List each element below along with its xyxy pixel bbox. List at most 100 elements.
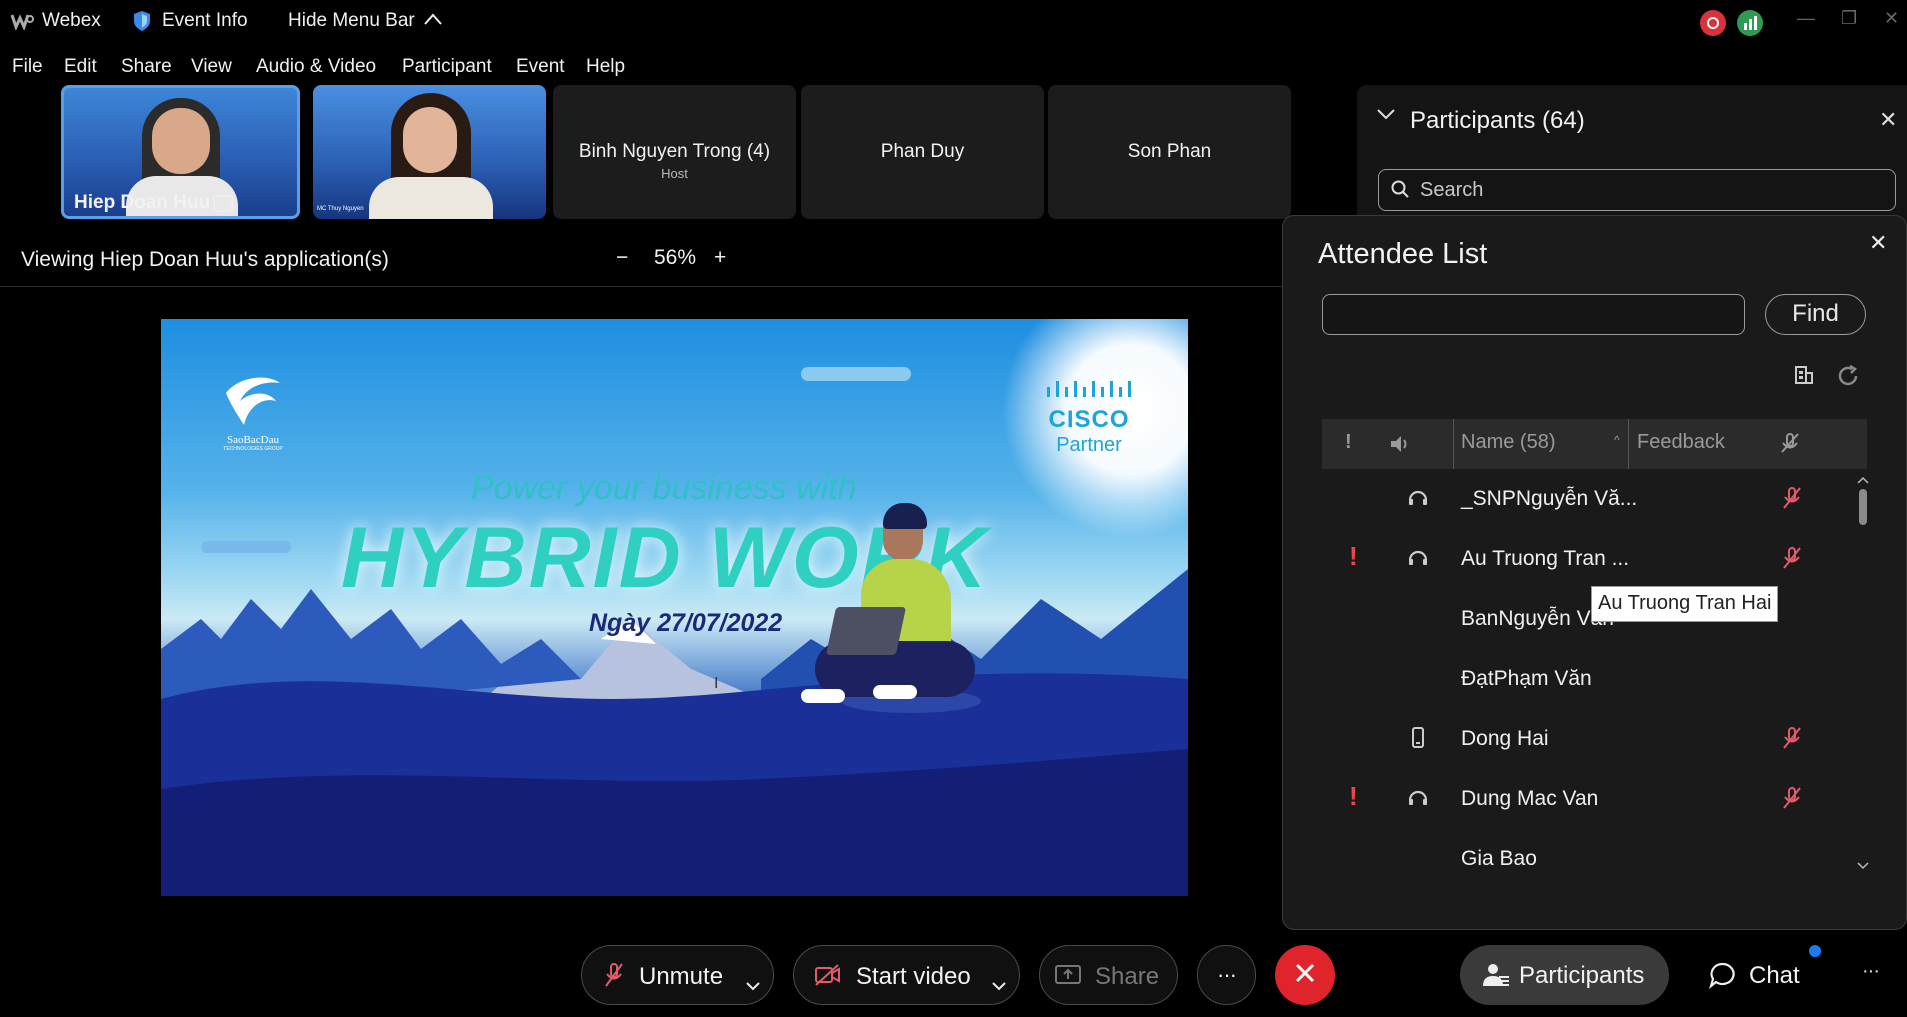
zoom-out-button[interactable]: −: [616, 246, 628, 270]
share-button[interactable]: Share: [1039, 945, 1178, 1005]
close-icon: [1292, 960, 1318, 991]
find-button[interactable]: Find: [1765, 294, 1866, 335]
muted-mic-icon[interactable]: [1780, 485, 1804, 511]
menu-share[interactable]: Share: [121, 56, 172, 78]
tile-name: Binh Nguyen Trong (4): [578, 141, 771, 162]
headset-icon: [1406, 546, 1430, 570]
attendee-name: Au Truong Tran ...: [1461, 547, 1630, 570]
attendee-row[interactable]: ĐạtPhạm Văn: [1322, 649, 1852, 709]
participants-toggle-button[interactable]: Participants: [1460, 945, 1669, 1005]
cloud: [801, 367, 911, 381]
shared-content[interactable]: SaoBacDau TECHNOLOGIES GROUP CISCO Partn…: [161, 319, 1188, 896]
raise-hand-column-icon[interactable]: !: [1345, 431, 1352, 454]
host-badge: Host: [661, 166, 688, 181]
attendee-search-input[interactable]: [1322, 294, 1745, 335]
mute-column-icon[interactable]: [1780, 432, 1800, 461]
share-label: Share: [1095, 963, 1160, 990]
video-tile-mc[interactable]: MC Thuy Nguyen: [313, 85, 546, 219]
shoe: [873, 685, 917, 699]
end-meeting-button[interactable]: [1275, 945, 1335, 1005]
speaker-column-icon[interactable]: [1389, 434, 1411, 459]
hide-menu-bar-button[interactable]: Hide Menu Bar: [288, 10, 443, 32]
menu-view[interactable]: View: [191, 56, 232, 78]
sort-asc-icon: ^: [1614, 433, 1620, 447]
menu-help[interactable]: Help: [586, 56, 625, 78]
saobacdau-logo-icon: [226, 377, 280, 425]
attendee-name: ĐạtPhạm Văn: [1461, 667, 1592, 690]
participants-panel: Participants (64) ✕ Search: [1357, 85, 1907, 225]
recording-indicator-icon[interactable]: [1700, 10, 1726, 36]
attendee-row[interactable]: Gia Bao: [1322, 829, 1852, 869]
chat-icon: [1708, 961, 1736, 994]
video-tile-active-speaker[interactable]: Hiep Doan Huu: [61, 85, 300, 219]
shield-icon: [132, 10, 152, 32]
organization-icon[interactable]: [1794, 365, 1814, 390]
cisco-bars-icon: [1047, 381, 1131, 397]
attendee-scrollbar[interactable]: [1856, 469, 1870, 870]
event-info-button[interactable]: Event Info: [132, 10, 248, 32]
attendee-grid-header: ! Name (58) ^ Feedback: [1322, 419, 1867, 469]
muted-mic-icon[interactable]: [1780, 785, 1804, 811]
menu-edit[interactable]: Edit: [64, 56, 97, 78]
chat-button[interactable]: Chat: [1690, 945, 1821, 1005]
scroll-up-icon[interactable]: [1857, 471, 1869, 489]
sharing-icon: [213, 195, 233, 212]
event-info-label: Event Info: [162, 10, 248, 31]
name-column-header[interactable]: Name (58): [1461, 431, 1555, 454]
network-stats-icon[interactable]: [1737, 10, 1763, 36]
webex-app-menu[interactable]: Webex: [10, 10, 101, 32]
muted-mic-icon: [602, 961, 626, 996]
attendee-row[interactable]: ! Au Truong Tran ...: [1322, 529, 1852, 589]
column-divider: [1628, 419, 1629, 469]
attendee-row[interactable]: _SNPNguyễn Vă...: [1322, 469, 1852, 529]
menu-participant[interactable]: Participant: [402, 56, 492, 78]
phone-icon: [1406, 726, 1430, 750]
muted-mic-icon[interactable]: [1780, 545, 1804, 571]
chevron-down-icon[interactable]: [991, 970, 1007, 998]
attendee-name: Gia Bao: [1461, 847, 1537, 869]
restore-icon[interactable]: ❐: [1841, 8, 1857, 29]
column-divider: [1453, 419, 1454, 469]
laptop: [825, 607, 907, 655]
scroll-down-icon[interactable]: [1857, 857, 1869, 875]
tile-name: Phan Duy: [880, 141, 965, 162]
feedback-column-header[interactable]: Feedback: [1637, 431, 1725, 454]
share-icon: [1054, 963, 1082, 994]
chevron-up-icon: [423, 10, 443, 32]
share-divider: [0, 286, 1282, 287]
participants-search-input[interactable]: Search: [1378, 169, 1896, 211]
logo-text: SaoBacDau: [227, 434, 279, 446]
zoom-in-button[interactable]: +: [714, 246, 726, 270]
menu-event[interactable]: Event: [516, 56, 565, 78]
participants-title: Participants (64): [1410, 107, 1585, 134]
refresh-icon[interactable]: [1836, 364, 1860, 393]
minimize-icon[interactable]: —: [1797, 8, 1815, 29]
menu-file[interactable]: File: [12, 56, 43, 78]
unmute-button[interactable]: Unmute: [581, 945, 774, 1005]
hide-menu-label: Hide Menu Bar: [288, 10, 415, 31]
video-tile-son-phan[interactable]: Son Phan: [1048, 85, 1291, 219]
scroll-thumb[interactable]: [1859, 489, 1867, 525]
participants-icon: [1482, 962, 1510, 993]
attendee-list-dialog: Attendee List ✕ Find ! Name (58) ^ Feedb…: [1282, 215, 1907, 930]
chevron-down-icon[interactable]: [745, 970, 761, 998]
more-options-button[interactable]: ···: [1197, 945, 1256, 1005]
tile-name: Hiep Doan Huu: [74, 192, 211, 213]
close-participants-icon[interactable]: ✕: [1879, 107, 1897, 133]
video-tile-phan-duy[interactable]: Phan Duy: [801, 85, 1044, 219]
overflow-menu-icon[interactable]: ···: [1862, 960, 1880, 983]
person-illustration: [801, 503, 1001, 719]
video-tile-host[interactable]: Binh Nguyen Trong (4) Host: [553, 85, 796, 219]
chevron-down-icon[interactable]: [1375, 107, 1397, 126]
muted-mic-icon[interactable]: [1780, 725, 1804, 751]
menu-audio-video[interactable]: Audio & Video: [256, 56, 376, 78]
webex-logo-icon: [10, 12, 34, 32]
raised-hand-icon: !: [1349, 541, 1358, 571]
video-off-icon: [814, 963, 842, 994]
start-video-button[interactable]: Start video: [793, 945, 1020, 1005]
close-dialog-icon[interactable]: ✕: [1869, 230, 1887, 256]
chat-label: Chat: [1749, 962, 1800, 989]
attendee-row[interactable]: Dong Hai: [1322, 709, 1852, 769]
attendee-row[interactable]: ! Dung Mac Van: [1322, 769, 1852, 829]
close-window-icon[interactable]: ✕: [1884, 8, 1899, 29]
